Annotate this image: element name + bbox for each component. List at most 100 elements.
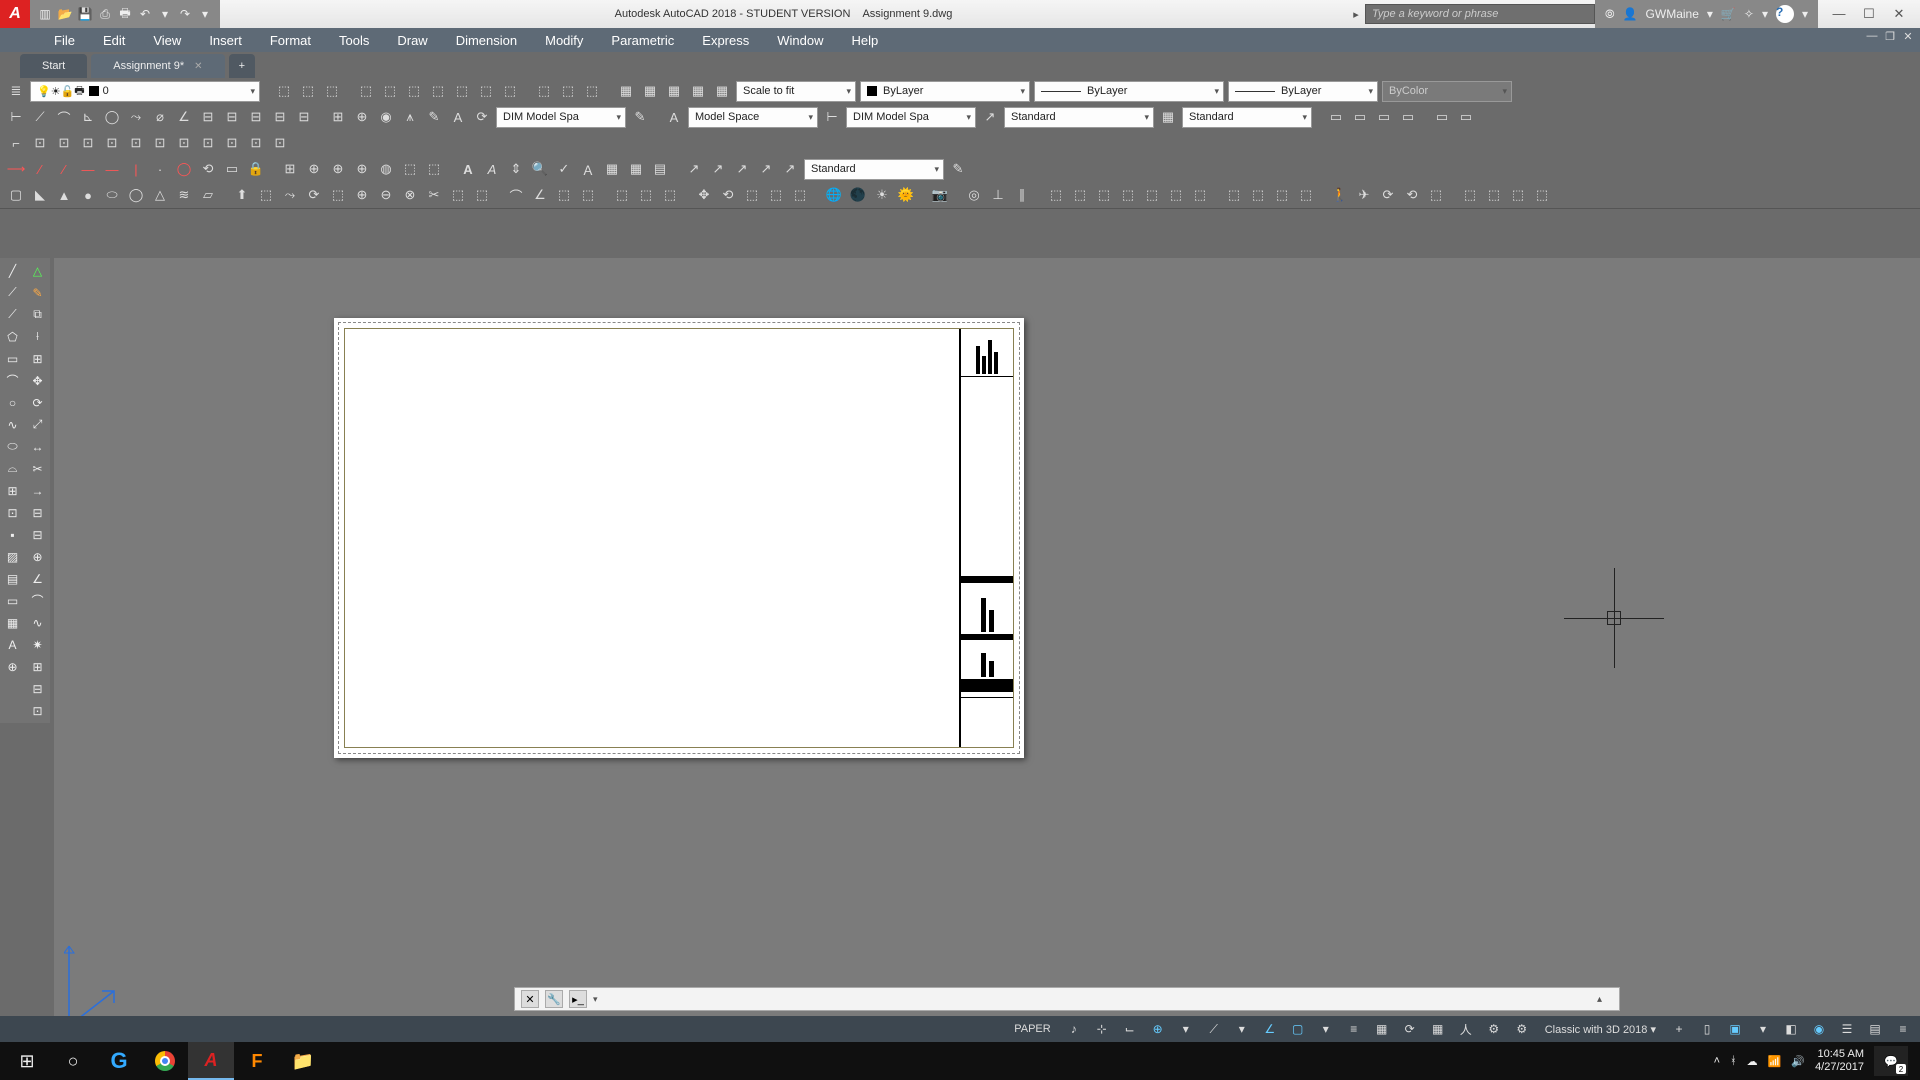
conceptual-icon[interactable]: ⬚ — [1296, 185, 1316, 205]
user-icon[interactable]: 👤 — [1623, 7, 1638, 21]
tray-up-icon[interactable]: ˄ — [1714, 1055, 1720, 1067]
planar-icon[interactable]: ▱ — [198, 185, 218, 205]
rotate-icon[interactable]: ⟳ — [27, 393, 48, 412]
maximize-button[interactable]: ☐ — [1856, 6, 1882, 22]
layer-on-icon[interactable]: ⬚ — [452, 81, 472, 101]
walk-icon[interactable]: 🚶 — [1330, 185, 1350, 205]
customize-icon[interactable]: ☰ — [1836, 1019, 1858, 1039]
torus-icon[interactable]: ◯ — [126, 185, 146, 205]
qat-open-icon[interactable]: 📂 — [56, 5, 74, 23]
break-icon[interactable]: ⊟ — [27, 525, 48, 544]
scale-dropdown[interactable]: Scale to fit▾ — [736, 81, 856, 102]
hidden-icon[interactable]: ⬚ — [1248, 185, 1268, 205]
onedrive-icon[interactable]: ☁ — [1747, 1055, 1758, 1068]
chamfer-edge-icon[interactable]: ∠ — [530, 185, 550, 205]
fillet-edge-icon[interactable]: ⌒ — [506, 185, 526, 205]
app-store-icon[interactable]: ✧ — [1744, 7, 1754, 21]
text-front-icon[interactable]: ▭ — [1456, 107, 1476, 127]
layer-states-icon[interactable]: ⬚ — [322, 81, 342, 101]
blend-icon[interactable]: ∿ — [27, 613, 48, 632]
menu-window[interactable]: Window — [763, 28, 837, 52]
layer-iso-icon[interactable]: ⬚ — [356, 81, 376, 101]
constraint-para-icon[interactable]: ∥ — [1012, 185, 1032, 205]
command-input[interactable] — [604, 993, 1591, 1005]
command-line[interactable]: ✕ 🔧 ▸_ ▾ ▴ — [514, 987, 1620, 1011]
file-tab-close-icon[interactable]: ✕ — [194, 61, 202, 72]
pline-icon[interactable]: ⟋ — [2, 305, 23, 324]
annovisib-icon[interactable]: ⚙ — [1483, 1019, 1505, 1039]
donut-icon[interactable]: ◯ — [174, 159, 194, 179]
volume-icon[interactable]: 🔊 — [1791, 1055, 1805, 1068]
pyramid-icon[interactable]: △ — [150, 185, 170, 205]
layer-dropdown[interactable]: 💡 ☀ 🔓 🖶 0 ▾ — [30, 81, 260, 102]
qat-undo-dd-icon[interactable]: ▾ — [156, 5, 174, 23]
mleader-collect-icon[interactable]: ↗ — [780, 159, 800, 179]
help-icon[interactable]: ? — [1776, 5, 1794, 23]
layer-delete-icon[interactable]: ⬚ — [582, 81, 602, 101]
material-icon[interactable]: 🌑 — [848, 185, 868, 205]
qat-saveas-icon[interactable]: ⎙ — [96, 5, 114, 23]
mleader-add-icon[interactable]: ↗ — [708, 159, 728, 179]
ucs-icon[interactable]: ⌐ — [6, 133, 26, 153]
break-point-icon[interactable]: ⊟ — [27, 503, 48, 522]
dim-continue-icon[interactable]: ⊟ — [246, 107, 266, 127]
point-icon2[interactable]: ▪ — [2, 525, 23, 544]
layer-unlock-icon[interactable]: ⬚ — [500, 81, 520, 101]
view-front-icon[interactable]: ⊕ — [304, 159, 324, 179]
xref-clip-icon[interactable]: ⬚ — [1508, 185, 1528, 205]
dim-baseline-icon[interactable]: ⊟ — [222, 107, 242, 127]
transparency-icon[interactable]: ▦ — [1371, 1019, 1393, 1039]
ucs-z-icon[interactable]: ⊡ — [174, 133, 194, 153]
view-iso-icon[interactable]: ◍ — [376, 159, 396, 179]
gradient-icon[interactable]: ▤ — [2, 569, 23, 588]
qat-redo-dd-icon[interactable]: ▾ — [196, 5, 214, 23]
xline-v-icon[interactable]: — — [102, 159, 122, 179]
circle-icon[interactable]: ○ — [2, 393, 23, 412]
field-icon[interactable]: ▦ — [602, 159, 622, 179]
mleader-remove-icon[interactable]: ↗ — [732, 159, 752, 179]
file-tab-active[interactable]: Assignment 9* ✕ — [91, 54, 224, 78]
menu-modify[interactable]: Modify — [531, 28, 597, 52]
wireframe-icon[interactable]: ⬚ — [1224, 185, 1244, 205]
cmd-history-icon[interactable]: ▴ — [1597, 994, 1613, 1005]
ucs-y-icon[interactable]: ⊡ — [246, 133, 266, 153]
layer-merge-icon[interactable]: ⬚ — [558, 81, 578, 101]
iso-dd-icon[interactable]: ▾ — [1231, 1019, 1253, 1039]
3drotate-icon[interactable]: ⟲ — [718, 185, 738, 205]
loft-icon[interactable]: ⬚ — [328, 185, 348, 205]
cycling-icon[interactable]: ⟳ — [1399, 1019, 1421, 1039]
bluetooth-icon[interactable]: ᚼ — [1730, 1055, 1737, 1067]
drawing-canvas[interactable]: ✕ 🔧 ▸_ ▾ ▴ Model 8.5x11 11x17 24x36 36x4… — [54, 258, 1920, 1041]
menu-dimension[interactable]: Dimension — [442, 28, 531, 52]
layer-lock2-icon[interactable]: ⬚ — [476, 81, 496, 101]
osnap-dd-icon[interactable]: ▾ — [1315, 1019, 1337, 1039]
shell-icon[interactable]: ⬚ — [554, 185, 574, 205]
light-icon[interactable]: ☀ — [872, 185, 892, 205]
layer-prop-icon[interactable]: ≣ — [6, 81, 26, 101]
tray-settings-icon[interactable]: ▤ — [1864, 1019, 1886, 1039]
linetype-dropdown[interactable]: ByLayer▾ — [1034, 81, 1224, 102]
3darray-icon[interactable]: ⬚ — [790, 185, 810, 205]
dim-quick-icon[interactable]: ⊟ — [198, 107, 218, 127]
txtstyle2-icon[interactable]: Ａ — [578, 159, 598, 179]
exchange-icon[interactable]: 🛒 — [1721, 7, 1736, 21]
text-height-icon[interactable]: ⇕ — [506, 159, 526, 179]
task-explorer-icon[interactable]: 📁 — [280, 1042, 326, 1080]
dim-radius-icon[interactable]: ◯ — [102, 107, 122, 127]
view-top-icon[interactable]: ⊞ — [280, 159, 300, 179]
section-plane-icon[interactable]: ⬚ — [612, 185, 632, 205]
help-search-input[interactable]: Type a keyword or phrase — [1365, 4, 1595, 24]
cmd-recent-icon[interactable]: 🔧 — [545, 990, 563, 1008]
dim-arc-icon[interactable]: ⌒ — [54, 107, 74, 127]
ortho-icon[interactable]: ⊕ — [1147, 1019, 1169, 1039]
mleader-align-icon[interactable]: ↗ — [756, 159, 776, 179]
sun-icon[interactable]: 🌞 — [896, 185, 916, 205]
qat-undo-icon[interactable]: ↶ — [136, 5, 154, 23]
3dmirror-icon[interactable]: ⬚ — [766, 185, 786, 205]
slice-icon[interactable]: ✂ — [424, 185, 444, 205]
orbit-icon[interactable]: ⟳ — [1378, 185, 1398, 205]
minimize-button[interactable]: — — [1826, 6, 1852, 22]
dim-diameter-icon[interactable]: ⌀ — [150, 107, 170, 127]
layer-walk-icon[interactable]: ⬚ — [534, 81, 554, 101]
order-back-icon[interactable]: ▭ — [1350, 107, 1370, 127]
